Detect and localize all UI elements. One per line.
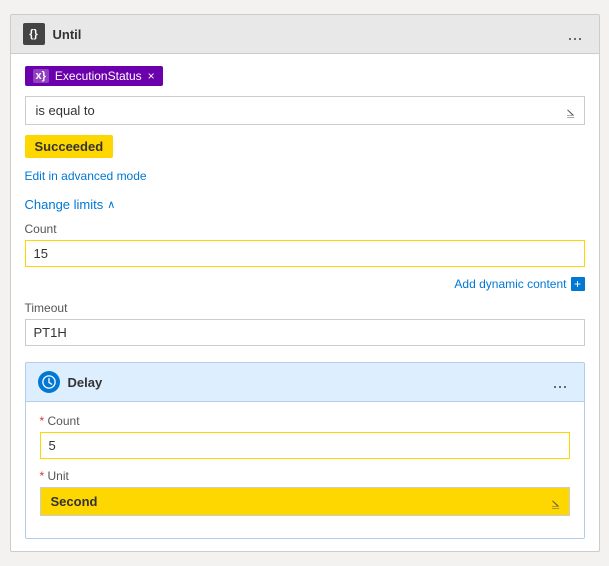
count-label: Count	[25, 222, 585, 236]
change-limits-row: Change limits ∧	[25, 197, 585, 212]
dynamic-content-row: Add dynamic content +	[25, 277, 585, 291]
delay-header: Delay ...	[26, 363, 584, 402]
until-icon: {}	[29, 28, 38, 40]
succeeded-badge: Succeeded	[25, 135, 114, 158]
unit-dropdown[interactable]: Second Minute Hour Day Week Month	[40, 487, 570, 516]
delay-unit-label: Unit	[40, 469, 570, 483]
dynamic-content-button[interactable]: Add dynamic content +	[454, 277, 584, 291]
token-close-button[interactable]: ×	[148, 70, 155, 82]
condition-dropdown[interactable]: is equal to is not equal to contains doe…	[25, 96, 585, 125]
delay-count-input[interactable]	[40, 432, 570, 459]
timeout-input[interactable]	[25, 319, 585, 346]
until-card: {} Until ... x} ExecutionStatus × is equ…	[10, 14, 600, 552]
execution-status-token: x} ExecutionStatus ×	[25, 66, 163, 86]
card-body: x} ExecutionStatus × is equal to is not …	[11, 54, 599, 551]
delay-count-label: Count	[40, 414, 570, 428]
clock-icon	[42, 375, 56, 389]
header-left: {} Until	[23, 23, 82, 45]
delay-unit-field-row: Unit Second Minute Hour Day Week Month ⦥	[40, 469, 570, 516]
token-label: ExecutionStatus	[55, 69, 142, 83]
change-limits-label: Change limits	[25, 197, 104, 212]
count-field-row: Count	[25, 222, 585, 267]
timeout-label: Timeout	[25, 301, 585, 315]
unit-dropdown-wrapper: Second Minute Hour Day Week Month ⦥	[40, 487, 570, 516]
caret-up-icon: ∧	[107, 198, 115, 211]
token-curly-icon: x}	[33, 69, 49, 83]
card-header: {} Until ...	[11, 15, 599, 54]
delay-count-field-row: Count	[40, 414, 570, 459]
token-row: x} ExecutionStatus ×	[25, 66, 585, 86]
delay-header-left: Delay	[38, 371, 103, 393]
succeeded-badge-row: Succeeded	[25, 135, 585, 168]
count-input[interactable]	[25, 240, 585, 267]
delay-title: Delay	[68, 375, 103, 390]
until-icon-box: {}	[23, 23, 45, 45]
edit-advanced-link[interactable]: Edit in advanced mode	[25, 169, 147, 183]
delay-card: Delay ... Count Unit Second Minute	[25, 362, 585, 539]
timeout-field-row: Timeout	[25, 301, 585, 346]
card-title: Until	[53, 27, 82, 42]
plus-icon: +	[571, 277, 585, 291]
until-ellipsis-button[interactable]: ...	[563, 25, 586, 43]
change-limits-button[interactable]: Change limits ∧	[25, 197, 116, 212]
edit-advanced-row: Edit in advanced mode	[25, 168, 585, 183]
delay-ellipsis-button[interactable]: ...	[548, 373, 571, 391]
delay-body: Count Unit Second Minute Hour Day Week M…	[26, 402, 584, 538]
delay-icon-circle	[38, 371, 60, 393]
dynamic-content-label: Add dynamic content	[454, 277, 566, 291]
condition-dropdown-wrapper: is equal to is not equal to contains doe…	[25, 96, 585, 125]
